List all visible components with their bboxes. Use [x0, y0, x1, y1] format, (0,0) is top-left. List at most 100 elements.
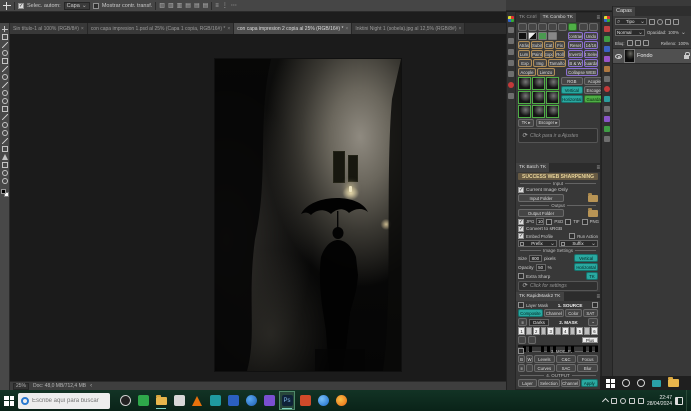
quick-selection-tool[interactable] [2, 50, 8, 56]
mask-halfkey[interactable] [555, 327, 560, 335]
brush-icon[interactable] [508, 71, 514, 77]
panel-icon-green[interactable] [604, 36, 610, 42]
combo-btn[interactable]: Roll [555, 50, 565, 58]
mask-thumb[interactable] [518, 91, 531, 104]
layer-thumbnail[interactable] [624, 49, 635, 63]
tk-menu-button[interactable]: TK ▸ [518, 119, 534, 127]
mask-halfkey[interactable] [584, 327, 589, 335]
eraser-tool[interactable] [2, 106, 8, 112]
mask-halfkey[interactable] [526, 327, 531, 335]
current-image-only-checkbox[interactable] [518, 187, 524, 193]
panel-icon-purple[interactable] [604, 56, 610, 62]
app-red[interactable] [298, 392, 312, 409]
rect-small-button[interactable] [526, 364, 533, 372]
tk-panel-icon-2[interactable] [508, 38, 514, 44]
panel-icon-tan[interactable] [604, 66, 610, 72]
close-icon[interactable]: × [81, 26, 84, 32]
suffix-dropdown[interactable]: Suffix⌄ [559, 240, 598, 247]
close-icon[interactable]: × [227, 26, 230, 32]
output-layer-button[interactable]: Layer [518, 379, 537, 387]
align-bottom-icon[interactable]: ▤ [203, 3, 209, 9]
app-circle-icon-1[interactable] [622, 379, 630, 387]
crop-tool[interactable] [2, 58, 8, 64]
marquee-tool[interactable] [2, 34, 8, 40]
taskbar-search[interactable] [18, 393, 110, 409]
save-button[interactable]: Guardar [584, 59, 598, 67]
convert-srgb-checkbox[interactable] [518, 226, 524, 232]
canvas-button[interactable]: Lienzo [537, 68, 555, 76]
composite-button[interactable]: Composite [518, 309, 543, 317]
mask-key-5[interactable]: 5 [576, 327, 583, 335]
panel-icon-record[interactable] [604, 86, 610, 92]
document-tab-2[interactable]: con capa impresion 1.psd al 25% (Capa 1 … [88, 23, 234, 34]
jpg-checkbox[interactable] [518, 219, 524, 225]
chevron-down-icon[interactable]: ⌄ [681, 30, 686, 36]
fill-value[interactable]: 100% [678, 41, 689, 46]
opacity-value[interactable]: 100% [668, 30, 679, 35]
output-folder-button[interactable]: Output Folder [518, 209, 564, 217]
type-tool[interactable] [2, 146, 8, 152]
app-document[interactable] [172, 392, 186, 409]
rgb-grid-icon[interactable] [508, 16, 514, 22]
taskbar-clock[interactable]: 22:47 28/04/2024 [647, 395, 672, 407]
mask-thumb[interactable] [532, 105, 545, 118]
align-center-icon[interactable]: ▥ [168, 3, 174, 9]
new-doc-icon[interactable] [518, 23, 527, 31]
output-channel-button[interactable]: Channel [561, 379, 580, 387]
document-tab-1[interactable]: Sin título-1 al 100% (RGB/8#)× [10, 23, 88, 34]
mask-thumb[interactable] [518, 105, 531, 118]
panel-icon-red[interactable] [604, 26, 610, 32]
status-arrow-icon[interactable]: ‹ [90, 383, 92, 389]
network-icon[interactable] [629, 398, 635, 404]
mask-halfkey[interactable] [541, 327, 546, 335]
mask-thumb[interactable] [546, 91, 559, 104]
flatten-button[interactable]: Acople [518, 68, 536, 76]
zoom-tool[interactable] [2, 178, 8, 184]
edge-browser[interactable] [244, 392, 258, 409]
menu-small-button[interactable]: ≡ [518, 364, 525, 372]
invert-button[interactable]: Invertir [568, 50, 583, 58]
tab-tk-combo[interactable]: TK Combo TK [540, 13, 576, 22]
levels-button[interactable]: Levels [534, 355, 555, 363]
select-4-button[interactable]: 4 Selec [584, 50, 598, 58]
combo-btn[interactable]: Tamaño [548, 59, 566, 67]
mask-thumb[interactable] [518, 77, 531, 90]
folder-icon[interactable] [588, 210, 598, 217]
record-icon[interactable] [508, 82, 514, 88]
blend-mode-dropdown[interactable]: Normal⌄ [615, 29, 645, 36]
color-swatches[interactable] [1, 189, 9, 197]
run-action-checkbox[interactable] [569, 233, 575, 239]
sac-button[interactable]: SAC [556, 364, 577, 372]
healing-tool[interactable] [2, 74, 8, 80]
doc-icon-5[interactable] [558, 23, 567, 31]
paint-black-chip[interactable] [518, 32, 527, 40]
zoom-level-field[interactable]: 25% [13, 383, 29, 390]
app-dark-ring[interactable] [118, 392, 132, 409]
view-100-icon[interactable] [589, 23, 598, 31]
blur-tool[interactable] [2, 122, 8, 128]
focus-button[interactable]: Focus [577, 355, 598, 363]
overflow-icon[interactable]: ⋯ [231, 3, 237, 9]
mail-icon[interactable] [652, 380, 661, 387]
close-icon[interactable]: × [345, 26, 348, 32]
photoshop-taskbar-active[interactable] [280, 392, 294, 409]
search-input[interactable] [32, 398, 102, 404]
align-top-icon[interactable]: ▤ [185, 3, 191, 9]
view-50-icon[interactable] [579, 23, 588, 31]
embed-profile-checkbox[interactable] [518, 233, 524, 239]
zone-left-button[interactable] [518, 336, 526, 344]
bw-button[interactable]: B & W [568, 59, 583, 67]
layer-name[interactable]: Fondo [637, 53, 653, 59]
tray-icon-1[interactable] [611, 398, 617, 404]
history-brush-tool[interactable] [2, 98, 8, 104]
tk-panel-icon-1[interactable] [508, 27, 514, 33]
lock-all-icon[interactable] [643, 40, 649, 46]
document-canvas-image[interactable] [215, 59, 401, 371]
paint-green-chip[interactable] [538, 32, 547, 40]
tk-panel-icon-4[interactable] [508, 93, 514, 99]
distribute-icon[interactable]: ≡ [215, 3, 219, 9]
combo-btn[interactable]: Img [533, 59, 547, 67]
combo-btn[interactable]: Lum [518, 50, 530, 58]
png-checkbox[interactable] [582, 219, 588, 225]
mask-key-3[interactable]: 3 [547, 327, 554, 335]
